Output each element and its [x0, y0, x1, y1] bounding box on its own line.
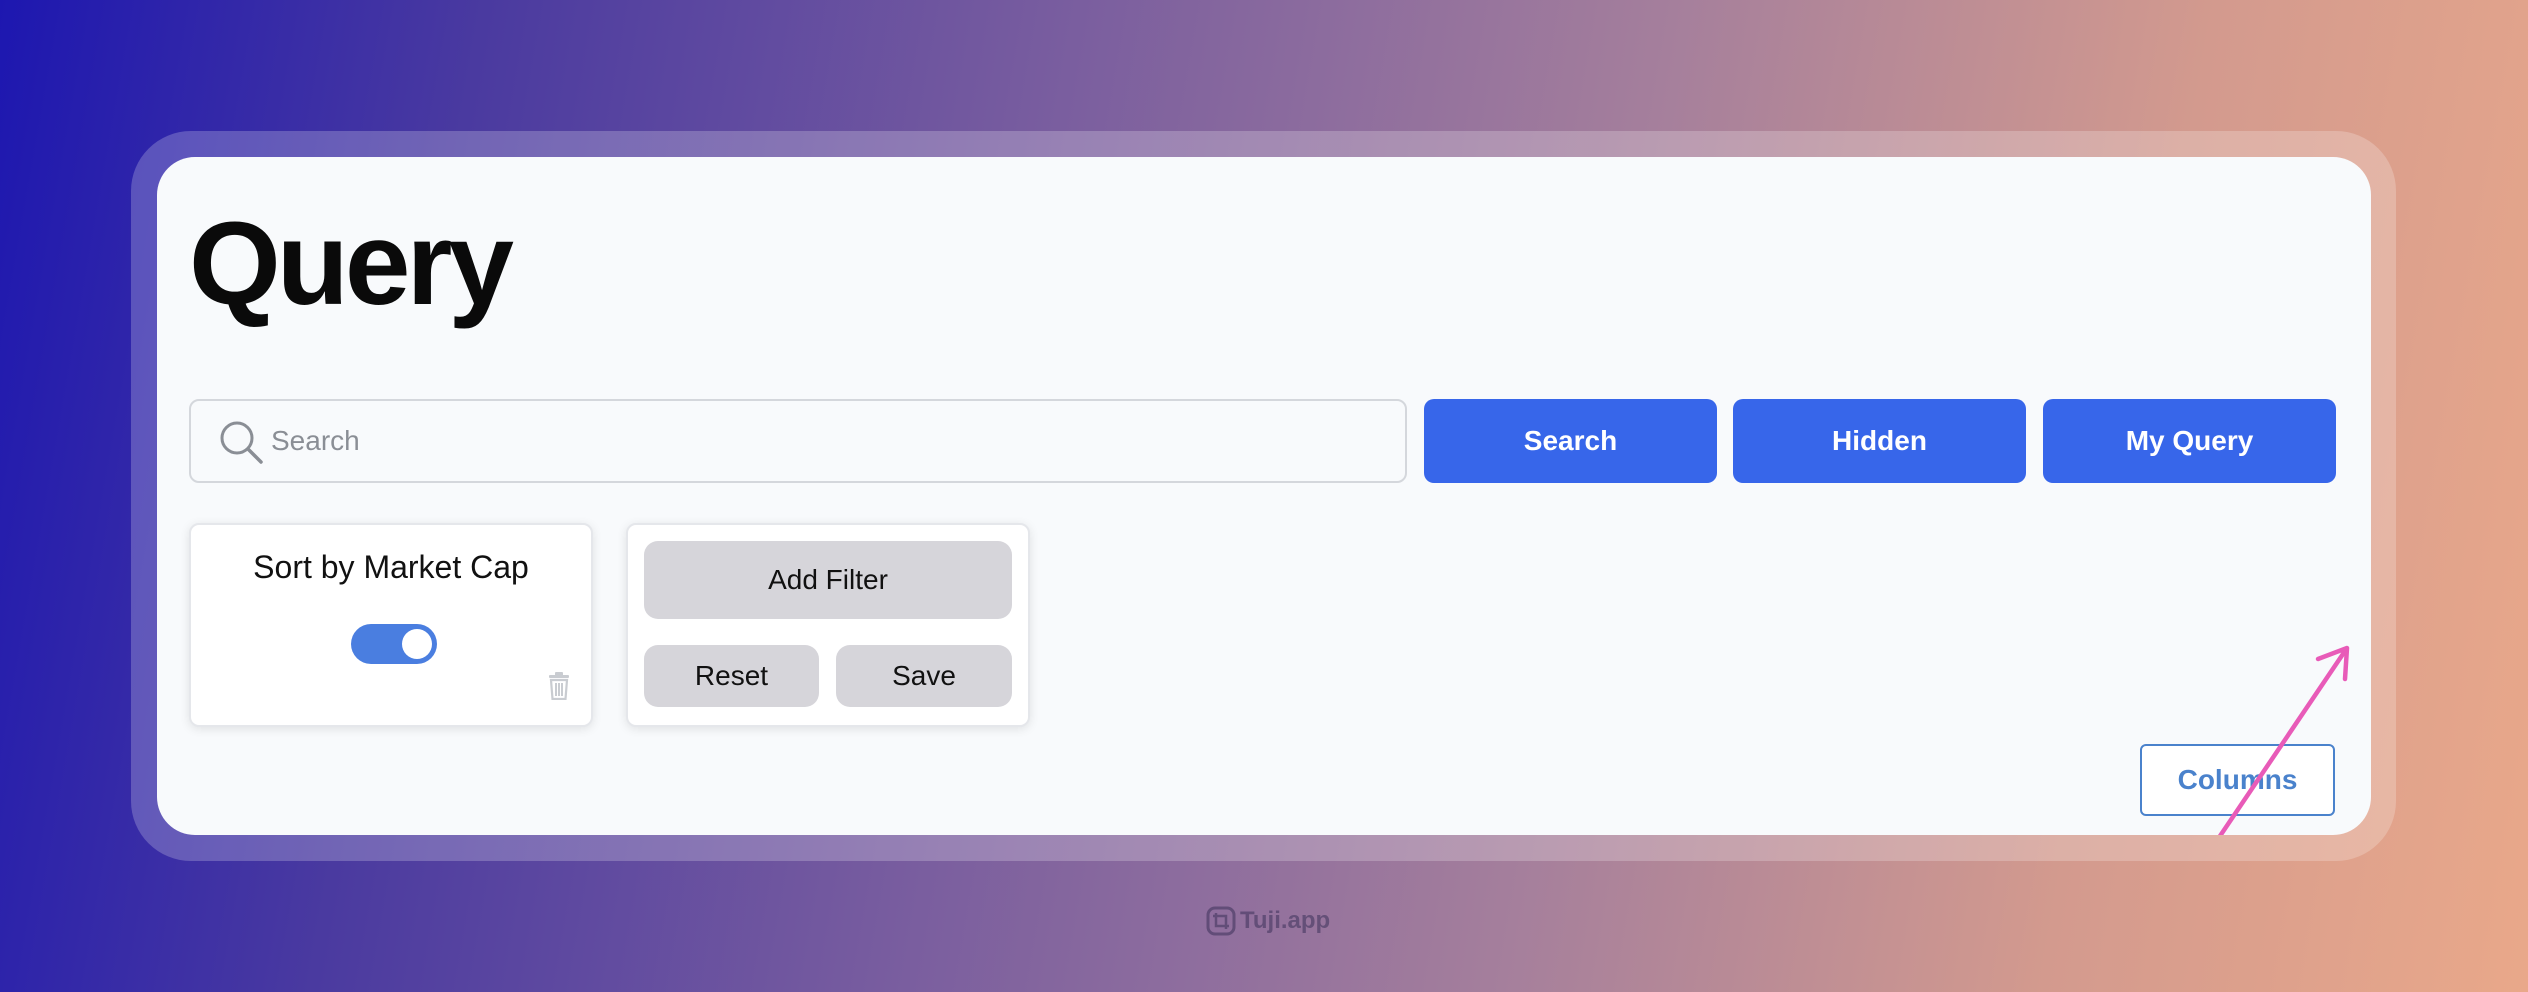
filter-panel: Add Filter Reset Save	[626, 523, 1030, 727]
toggle-knob	[402, 629, 432, 659]
watermark-text: Tuji.app	[1240, 907, 1331, 934]
watermark: Tuji.app	[1206, 904, 1330, 938]
page-title: Query	[189, 198, 514, 330]
query-card: Query Search Hidden My Query Sort by Mar…	[157, 157, 2371, 835]
search-icon	[220, 421, 263, 464]
add-filter-button[interactable]: Add Filter	[644, 541, 1012, 619]
sort-panel: Sort by Market Cap	[189, 523, 593, 727]
search-input[interactable]	[271, 403, 1391, 479]
sort-toggle[interactable]	[351, 624, 437, 664]
search-field[interactable]	[189, 399, 1407, 483]
sort-panel-title: Sort by Market Cap	[253, 549, 529, 585]
annotation-arrow-icon	[2217, 645, 2350, 835]
hidden-button[interactable]: Hidden	[1733, 399, 2026, 483]
my-query-button[interactable]: My Query	[2043, 399, 2336, 483]
search-button[interactable]: Search	[1424, 399, 1717, 483]
crop-logo-icon	[1206, 906, 1236, 936]
trash-icon[interactable]	[548, 672, 570, 700]
save-button[interactable]: Save	[836, 645, 1012, 707]
reset-button[interactable]: Reset	[644, 645, 819, 707]
